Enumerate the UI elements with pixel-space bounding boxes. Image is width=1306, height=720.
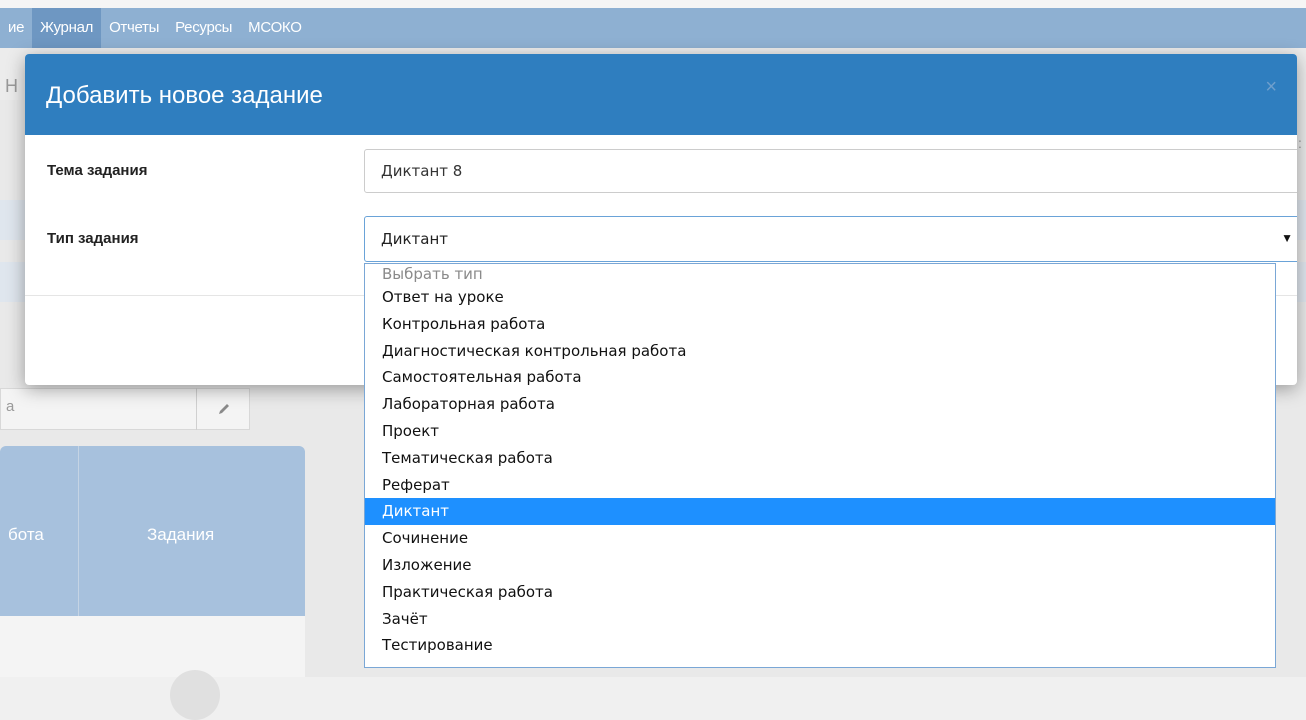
top-gap	[0, 0, 1306, 8]
bg-table-body	[0, 616, 305, 677]
nav-item-reports[interactable]: Отчеты	[101, 8, 167, 48]
topic-input[interactable]	[364, 149, 1297, 193]
dropdown-option[interactable]: Самостоятельная работа	[365, 364, 1275, 391]
dropdown-option[interactable]: Сочинение	[365, 525, 1275, 552]
dropdown-option[interactable]: Проект	[365, 418, 1275, 445]
type-label: Тип задания	[47, 230, 139, 247]
dropdown-option-selected[interactable]: Диктант	[365, 498, 1275, 526]
modal-header: Добавить новое задание ×	[25, 54, 1297, 135]
dropdown-option[interactable]: Тестирование	[365, 632, 1275, 659]
dropdown-option[interactable]: Контрольная работа	[365, 311, 1275, 338]
bg-circle	[170, 670, 220, 720]
bg-header-fragment: Н	[5, 76, 18, 96]
top-navbar: ие Журнал Отчеты Ресурсы МСОКО	[0, 8, 1306, 48]
dropdown-option[interactable]: Реферат	[365, 472, 1275, 499]
dropdown-option[interactable]: Диагностическая контрольная работа	[365, 338, 1275, 365]
dropdown-option[interactable]: Тематическая работа	[365, 445, 1275, 472]
dropdown-placeholder: Выбрать тип	[382, 265, 483, 283]
dropdown-option[interactable]: Зачёт	[365, 606, 1275, 633]
bg-right-mark: :	[1298, 135, 1302, 151]
close-icon[interactable]: ×	[1265, 76, 1277, 99]
edit-button[interactable]	[196, 388, 251, 430]
dropdown-option[interactable]: Изложение	[365, 552, 1275, 579]
dropdown-option[interactable]: Лабораторная работа	[365, 391, 1275, 418]
dropdown-option[interactable]: Практическая работа	[365, 579, 1275, 606]
bg-table-header-cell: Задания	[147, 525, 215, 544]
nav-item-journal[interactable]: Журнал	[32, 8, 102, 48]
bg-table-header-cell: бота	[8, 525, 44, 544]
nav-item-resources[interactable]: Ресурсы	[167, 8, 240, 48]
bg-input-text: а	[6, 398, 15, 415]
dropdown-option[interactable]: Ответ на уроке	[365, 284, 1275, 311]
type-dropdown-list: Выбрать тип Ответ на уроке Контрольная р…	[364, 263, 1276, 668]
nav-item-partial[interactable]: ие	[0, 8, 32, 48]
topic-label: Тема задания	[47, 162, 148, 179]
pencil-icon	[219, 404, 229, 414]
caret-down-icon: ▼	[1281, 231, 1293, 245]
modal-title: Добавить новое задание	[46, 82, 323, 109]
type-select[interactable]: Диктант ▼	[364, 216, 1297, 262]
type-select-value: Диктант	[381, 230, 449, 248]
nav-item-msoko[interactable]: МСОКО	[240, 8, 309, 48]
